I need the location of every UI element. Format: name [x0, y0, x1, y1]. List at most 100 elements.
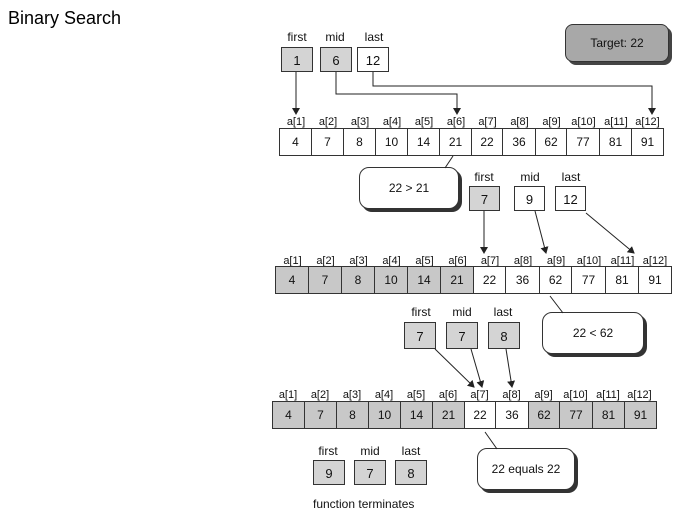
- array-cell: 14: [408, 129, 440, 155]
- array-cell: 77: [567, 129, 600, 155]
- mid-value: 7: [354, 460, 386, 485]
- mid-arrow: [534, 210, 549, 254]
- array-cell: 91: [639, 267, 671, 293]
- mid-arrow: [470, 348, 485, 388]
- array-cell: 21: [441, 267, 474, 293]
- array-cell: 21: [433, 402, 465, 428]
- last-arrow: [505, 348, 516, 388]
- array-cell: 4: [273, 402, 305, 428]
- first-value: 1: [281, 47, 313, 72]
- array-cell: 62: [536, 129, 567, 155]
- array-cell: 7: [309, 267, 342, 293]
- array-cell: 91: [625, 402, 656, 428]
- index-label: a[10]: [563, 389, 588, 401]
- index-label: a[5]: [406, 389, 426, 401]
- index-label: a[4]: [374, 389, 394, 401]
- last-label: last: [364, 30, 384, 44]
- comparison-bubble: 22 equals 22: [477, 448, 575, 490]
- last-value: 8: [488, 322, 520, 349]
- first-label: first: [318, 444, 338, 458]
- index-label: a[5]: [414, 116, 434, 128]
- index-label: a[12]: [627, 389, 652, 401]
- index-label: a[8]: [510, 116, 529, 128]
- mid-value: 6: [320, 47, 352, 72]
- array-cell: 81: [593, 402, 625, 428]
- array-cell: 4: [276, 267, 309, 293]
- array-cell: 91: [632, 129, 663, 155]
- last-value: 8: [395, 460, 427, 485]
- array-cell: 8: [344, 129, 376, 155]
- index-label: a[3]: [342, 389, 362, 401]
- array-cell: 14: [401, 402, 433, 428]
- array-cell: 10: [376, 129, 408, 155]
- index-label: a[7]: [478, 116, 497, 128]
- first-value: 9: [313, 460, 345, 485]
- index-label: a[10]: [571, 116, 596, 128]
- array-cell: 22: [474, 267, 506, 293]
- mid-value: 9: [514, 186, 545, 211]
- array-cell: 62: [540, 267, 572, 293]
- index-label: a[9]: [534, 389, 553, 401]
- array-row: 4 7 8 10 14 21 22 36 62 77 81 91: [275, 266, 672, 294]
- last-arrow: [585, 212, 635, 254]
- first-value: 7: [469, 186, 500, 211]
- array-cell: 81: [600, 129, 632, 155]
- mid-label: mid: [520, 170, 540, 184]
- index-label: a[9]: [542, 116, 561, 128]
- index-row: a[1] a[2] a[3] a[4] a[5] a[6] a[7] a[8] a[9] a[10…: [272, 389, 655, 401]
- array-cell: 10: [369, 402, 401, 428]
- index-label: a[3]: [350, 116, 370, 128]
- last-label: last: [401, 444, 421, 458]
- termination-text: function terminates: [313, 497, 415, 511]
- array-cell: 77: [572, 267, 606, 293]
- array-cell: 22: [472, 129, 503, 155]
- last-value: 12: [357, 47, 389, 72]
- index-label: a[11]: [604, 116, 628, 128]
- mid-value: 7: [446, 322, 478, 349]
- array-row: 4 7 8 10 14 21 22 36 62 77 81 91: [279, 128, 664, 156]
- index-label: a[12]: [635, 116, 660, 128]
- index-label: a[2]: [310, 389, 330, 401]
- index-label: a[1]: [286, 116, 306, 128]
- array-cell: 21: [440, 129, 472, 155]
- mid-label: mid: [360, 444, 380, 458]
- array-cell: 77: [560, 402, 593, 428]
- index-label: a[6]: [446, 116, 466, 128]
- mid-label: mid: [452, 305, 472, 319]
- array-cell: 10: [375, 267, 408, 293]
- array-cell: 8: [342, 267, 375, 293]
- index-label: a[1]: [278, 389, 298, 401]
- array-cell: 81: [606, 267, 639, 293]
- target-box: Target: 22: [565, 24, 669, 62]
- first-value: 7: [404, 322, 436, 349]
- last-label: last: [561, 170, 581, 184]
- bubble-tail: [549, 295, 564, 314]
- index-label: a[8]: [502, 389, 521, 401]
- array-cell: 22: [465, 402, 496, 428]
- array-cell: 36: [506, 267, 540, 293]
- last-arrow: [372, 72, 656, 115]
- index-row: a[1] a[2] a[3] a[4] a[5] a[6] a[7] a[8] a[9] a[10…: [280, 116, 663, 128]
- bubble-tail: [484, 431, 498, 450]
- mid-arrow: [335, 72, 461, 115]
- first-arrow: [434, 348, 475, 388]
- array-cell: 36: [503, 129, 536, 155]
- array-cell: 7: [312, 129, 344, 155]
- last-value: 12: [555, 186, 586, 211]
- first-label: first: [287, 30, 307, 44]
- last-label: last: [493, 305, 513, 319]
- array-row: 4 7 8 10 14 21 22 36 62 77 81 91: [272, 401, 657, 429]
- index-label: a[2]: [318, 116, 338, 128]
- array-cell: 62: [529, 402, 560, 428]
- array-cell: 36: [496, 402, 529, 428]
- page-title: Binary Search: [8, 8, 122, 28]
- first-label: first: [474, 170, 494, 184]
- comparison-bubble: 22 > 21: [359, 167, 459, 209]
- index-label: a[11]: [596, 389, 620, 401]
- array-cell: 14: [408, 267, 441, 293]
- comparison-bubble: 22 < 62: [542, 312, 644, 354]
- array-cell: 4: [280, 129, 312, 155]
- mid-label: mid: [325, 30, 345, 44]
- array-cell: 8: [337, 402, 369, 428]
- array-cell: 7: [305, 402, 337, 428]
